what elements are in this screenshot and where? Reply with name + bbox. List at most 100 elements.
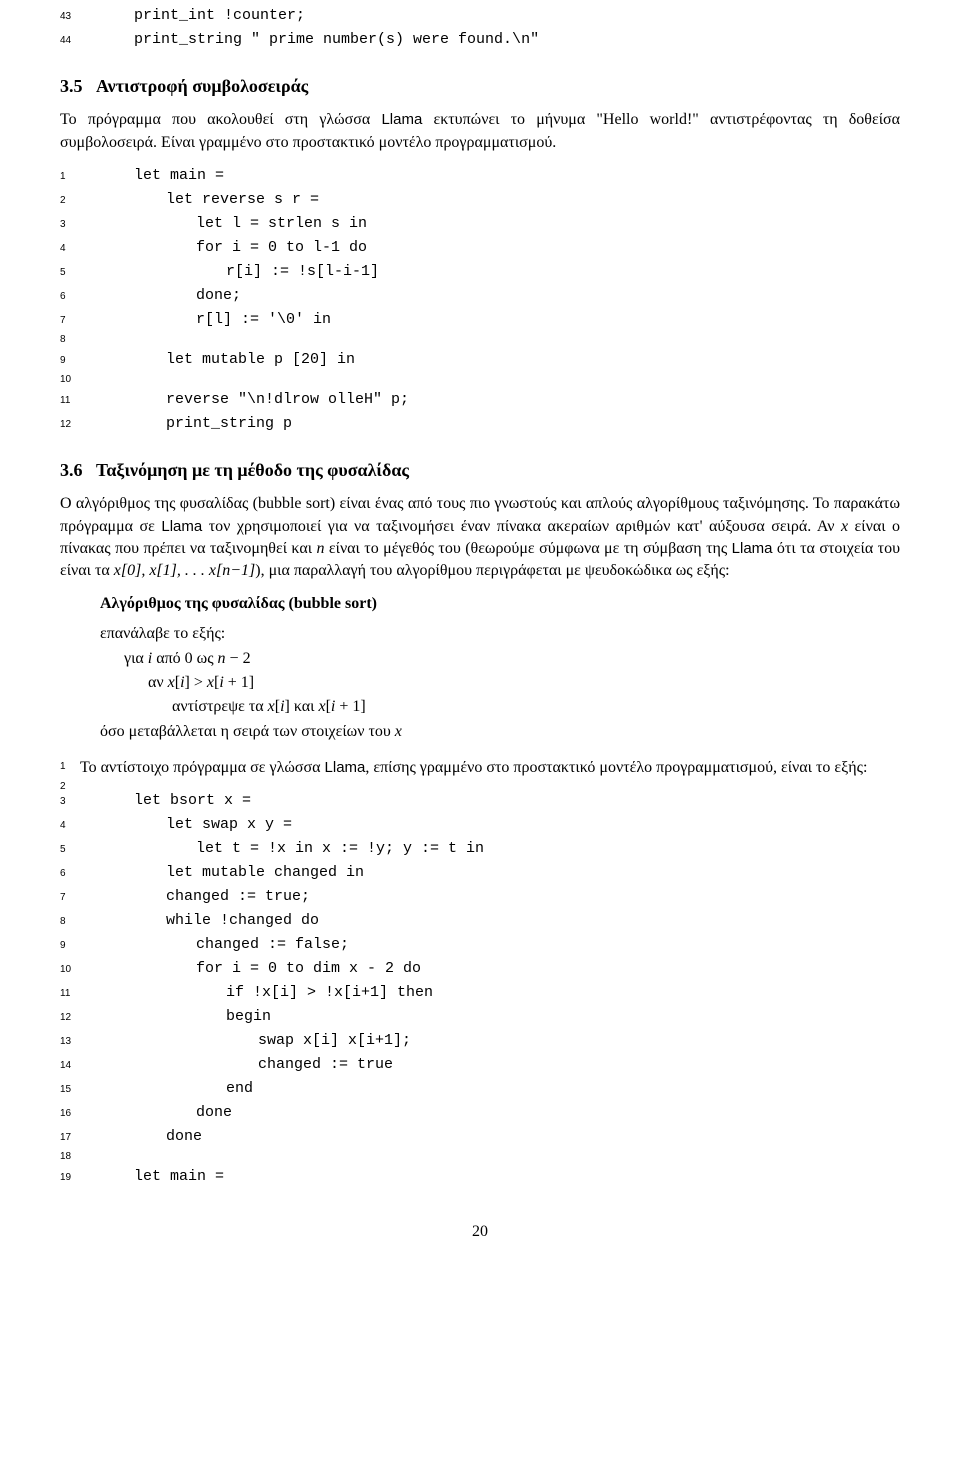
code-line: 43print_int !counter; [60,4,900,28]
section-title: Αντιστροφή συμβολοσειράς [96,76,308,96]
code-text: reverse "\n!dlrow olleH" p; [86,388,409,412]
line-number: 14 [60,1058,86,1074]
code-text: swap x[i] x[i+1]; [86,1029,411,1053]
code-text: r[l] := '\0' in [86,308,331,332]
line-number: 12 [60,417,86,433]
algorithm-title: Αλγόριθμος της φυσαλίδας (bubble sort) [100,593,900,615]
code-line: 4let swap x y = [60,813,900,837]
code-line: 9changed := false; [60,933,900,957]
code-text: for i = 0 to l-1 do [86,236,367,260]
code-line: 8 [60,332,900,348]
code-text: print_string p [86,412,292,436]
code-line: 7changed := true; [60,885,900,909]
code-text: changed := false; [86,933,349,957]
code-line: 14changed := true [60,1053,900,1077]
code-line: 11if !x[i] > !x[i+1] then [60,981,900,1005]
line-number: 5 [60,265,86,281]
code-text: changed := true [86,1053,393,1077]
code-line: 18 [60,1149,900,1165]
line-number: 5 [60,842,86,858]
line-number: 2 [0,780,86,794]
line-number: 6 [60,289,86,305]
line-number: 1 [0,760,86,774]
line-number: 3 [60,794,86,810]
line-number: 43 [60,9,86,25]
pseudocode-line: αν x[i] > x[i + 1] [100,672,900,694]
line-number: 17 [60,1130,86,1146]
pseudocode-line: αντίστρεψε τα x[i] και x[i + 1] [100,696,900,718]
code-line: 13swap x[i] x[i+1]; [60,1029,900,1053]
code-text: let mutable changed in [86,861,364,885]
line-number: 13 [60,1034,86,1050]
line-number: 10 [60,372,86,388]
code-text: end [86,1077,253,1101]
code-line: 6let mutable changed in [60,861,900,885]
code-line: 17done [60,1125,900,1149]
code-text: print_string " prime number(s) were foun… [86,28,539,52]
code-line: 12begin [60,1005,900,1029]
line-number: 1 [60,169,86,185]
code-text: let mutable p [20] in [86,348,355,372]
line-number: 44 [60,33,86,49]
code-text: begin [86,1005,271,1029]
code-text: done; [86,284,241,308]
page-number: 20 [60,1221,900,1243]
line-number: 11 [60,986,86,1002]
code-line: 3let bsort x = [60,789,900,813]
code-line: 11reverse "\n!dlrow olleH" p; [60,388,900,412]
line-number: 7 [60,890,86,906]
lang-name: Llama [732,540,773,557]
algorithm-pseudocode: Αλγόριθμος της φυσαλίδας (bubble sort) ε… [100,593,900,743]
line-number: 4 [60,818,86,834]
line-number: 18 [60,1149,86,1165]
code-line: 15end [60,1077,900,1101]
section-36-paragraph-2: Το αντίστοιχο πρόγραμμα σε γλώσσα Llama,… [60,757,900,779]
code-block-prime-end: 43print_int !counter;44print_string " pr… [60,4,900,52]
code-text: done [86,1101,232,1125]
code-text: changed := true; [86,885,310,909]
line-number: 10 [60,962,86,978]
line-number: 6 [60,866,86,882]
code-text: let t = !x in x := !y; y := t in [86,837,484,861]
code-line: 1let main = [60,164,900,188]
section-36-paragraph-2-wrapper: 1 2 Το αντίστοιχο πρόγραμμα σε γλώσσα Ll… [60,757,900,779]
lang-name: Llama [161,518,202,535]
code-text: let l = strlen s in [86,212,367,236]
code-text: r[i] := !s[l-i-1] [86,260,379,284]
lang-name: Llama [325,759,366,776]
line-number: 19 [60,1170,86,1186]
line-number: 16 [60,1106,86,1122]
code-line: 44print_string " prime number(s) were fo… [60,28,900,52]
line-number: 4 [60,241,86,257]
line-number: 7 [60,313,86,329]
code-text: while !changed do [86,909,319,933]
line-number: 12 [60,1010,86,1026]
code-line: 2let reverse s r = [60,188,900,212]
section-heading-3-6: 3.6 Ταξινόμηση με τη μέθοδο της φυσαλίδα… [60,458,900,483]
code-line: 6done; [60,284,900,308]
line-number: 8 [60,914,86,930]
code-line: 7r[l] := '\0' in [60,308,900,332]
code-line: 10for i = 0 to dim x - 2 do [60,957,900,981]
code-line: 5r[i] := !s[l-i-1] [60,260,900,284]
code-line: 12print_string p [60,412,900,436]
code-line: 19let main = [60,1165,900,1189]
code-line: 10 [60,372,900,388]
line-number: 9 [60,353,86,369]
line-number: 11 [60,393,86,409]
code-text: for i = 0 to dim x - 2 do [86,957,421,981]
section-heading-3-5: 3.5 Αντιστροφή συμβολοσειράς [60,74,900,99]
code-block-reverse: 1let main =2let reverse s r =3let l = st… [60,164,900,436]
pseudocode-line: όσο μεταβάλλεται η σειρά των στοιχείων τ… [100,721,900,743]
code-line: 16done [60,1101,900,1125]
section-number: 3.6 [60,460,83,480]
line-number: 8 [60,332,86,348]
code-text: let reverse s r = [86,188,319,212]
code-text: let main = [86,1165,224,1189]
line-number: 15 [60,1082,86,1098]
code-line: 5let t = !x in x := !y; y := t in [60,837,900,861]
code-text: let swap x y = [86,813,292,837]
section-title: Ταξινόμηση με τη μέθοδο της φυσαλίδας [96,460,409,480]
code-text: done [86,1125,202,1149]
code-text: print_int !counter; [86,4,305,28]
